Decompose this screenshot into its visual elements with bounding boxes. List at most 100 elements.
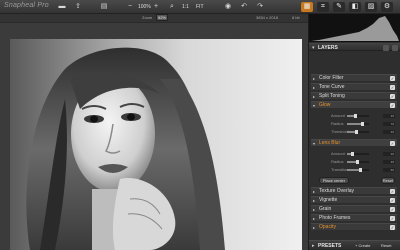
lens-radius-slider[interactable]: Radius 45: [311, 159, 397, 165]
slider-track[interactable]: [347, 122, 369, 126]
zoom-out-icon[interactable]: −: [126, 3, 134, 11]
expand-arrow-icon: ▸: [313, 76, 316, 81]
layer-row-split-toning[interactable]: ▸ Split Toning ✓: [311, 92, 397, 99]
layer-row-glow[interactable]: ▾ Glow ✓: [311, 101, 397, 108]
layer-checkbox[interactable]: ✓: [390, 103, 395, 108]
param-value[interactable]: 35: [383, 114, 395, 118]
undo-icon[interactable]: ↶: [240, 3, 248, 11]
glow-amount-slider[interactable]: Amount 35: [311, 113, 397, 119]
expand-arrow-icon: ▸: [313, 216, 316, 221]
add-layer-icon[interactable]: [383, 45, 389, 51]
crop-tool-button[interactable]: ⌗: [317, 2, 329, 12]
layer-checkbox[interactable]: ✓: [390, 198, 395, 203]
param-label: Amount: [331, 151, 345, 156]
compare-icon[interactable]: ▤: [100, 3, 108, 11]
layers-tool-button[interactable]: ▦: [301, 2, 313, 12]
layer-checkbox[interactable]: ✓: [390, 225, 395, 230]
histogram: [309, 14, 400, 42]
share-icon[interactable]: ⇪: [74, 3, 82, 11]
slider-knob[interactable]: [355, 130, 358, 134]
layers-section-header[interactable]: ▾ LAYERS: [309, 43, 400, 51]
layer-row-lens-blur[interactable]: ▾ Lens Blur ✓: [311, 139, 397, 146]
expand-arrow-icon: ▸: [312, 243, 315, 249]
gear-icon: ⚙: [383, 3, 391, 10]
slider-track[interactable]: [347, 152, 369, 156]
layer-name: Split Toning: [319, 93, 345, 99]
delete-layer-icon[interactable]: [392, 45, 398, 51]
param-value[interactable]: 70: [383, 122, 395, 126]
photo-canvas[interactable]: [10, 39, 302, 250]
layer-checkbox[interactable]: ✓: [390, 94, 395, 99]
eraser-tool-button[interactable]: ◧: [349, 2, 361, 12]
reset-lens-blur-button[interactable]: Reset: [381, 177, 395, 184]
image-info-bar: Zoom 92% 3654 x 2018 8 bit: [0, 14, 308, 23]
param-value[interactable]: 20: [383, 152, 395, 156]
folder-icon[interactable]: ▬: [58, 3, 66, 11]
slider-track[interactable]: [347, 130, 369, 134]
create-preset-button[interactable]: + Create: [355, 243, 370, 249]
slider-knob[interactable]: [354, 114, 357, 118]
expand-arrow-icon: ▸: [313, 207, 316, 212]
redo-icon[interactable]: ↷: [256, 3, 264, 11]
reset-presets-button[interactable]: Reset: [381, 243, 391, 249]
glow-threshold-slider[interactable]: Threshold 40: [311, 129, 397, 135]
slider-knob[interactable]: [351, 152, 354, 156]
slider-knob[interactable]: [356, 160, 359, 164]
collapse-arrow-icon: ▾: [312, 45, 315, 51]
layer-name: Photo Frames: [319, 215, 351, 221]
slider-track[interactable]: [347, 114, 369, 118]
param-value[interactable]: 45: [383, 160, 395, 164]
image-dimensions: 3654 x 2018: [256, 15, 279, 20]
layer-row-photo-frames[interactable]: ▸ Photo Frames ✓: [311, 214, 397, 221]
layer-checkbox[interactable]: ✓: [390, 189, 395, 194]
layer-row-grain[interactable]: ▸ Grain ✓: [311, 205, 397, 212]
lens-amount-slider[interactable]: Amount 20: [311, 151, 397, 157]
presets-section-header[interactable]: ▸ PRESETS + Create Reset: [309, 240, 400, 250]
lens-transition-slider[interactable]: Transition 60: [311, 167, 397, 173]
param-label: Radius: [331, 159, 344, 164]
expand-arrow-icon: ▸: [313, 189, 316, 194]
layer-checkbox[interactable]: ✓: [390, 85, 395, 90]
layer-row-texture-overlay[interactable]: ▸ Texture Overlay ✓: [311, 187, 397, 194]
brush-icon: ✎: [336, 3, 342, 10]
layer-checkbox[interactable]: ✓: [390, 216, 395, 221]
actual-size-button[interactable]: 1:1: [182, 3, 189, 11]
slider-track[interactable]: [347, 168, 369, 172]
bit-depth: 8 bit: [292, 15, 300, 20]
layer-name: Tone Curve: [319, 84, 345, 90]
fit-button[interactable]: FIT: [196, 3, 204, 11]
gradient-icon: ▨: [367, 3, 375, 10]
param-value[interactable]: 40: [383, 130, 395, 134]
layer-name: Glow: [319, 102, 331, 108]
param-value[interactable]: 60: [383, 168, 395, 172]
eye-icon[interactable]: ◉: [224, 3, 232, 11]
layer-row-tone-curve[interactable]: ▸ Tone Curve ✓: [311, 83, 397, 90]
place-center-button[interactable]: Place center: [319, 177, 349, 184]
layer-checkbox[interactable]: ✓: [390, 141, 395, 146]
search-icon[interactable]: ⌕: [168, 3, 176, 11]
portrait-image: [10, 39, 302, 250]
param-label: Radius: [331, 121, 344, 126]
glow-radius-slider[interactable]: Radius 70: [311, 121, 397, 127]
layer-row-color-filter[interactable]: ▸ Color Filter ✓: [311, 74, 397, 81]
slider-track[interactable]: [347, 160, 369, 164]
layer-row-vignette[interactable]: ▸ Vignette ✓: [311, 196, 397, 203]
slider-knob[interactable]: [361, 122, 364, 126]
settings-tool-button[interactable]: ⚙: [381, 2, 393, 12]
layer-name: Lens Blur: [319, 140, 341, 146]
zoom-value: 100%: [138, 4, 151, 10]
slider-knob[interactable]: [359, 168, 362, 172]
param-label: Transition: [331, 167, 349, 172]
zoom-label: Zoom: [142, 15, 153, 20]
layer-row-opacity[interactable]: ▸ Opacity ✓: [311, 223, 397, 230]
zoom-in-icon[interactable]: +: [152, 3, 160, 11]
layer-checkbox[interactable]: ✓: [390, 207, 395, 212]
layer-name: Vignette: [319, 197, 338, 203]
zoom-select[interactable]: 92%: [156, 14, 168, 21]
layer-name: Opacity: [319, 224, 336, 230]
collapse-arrow-icon: ▾: [313, 103, 316, 108]
gradient-tool-button[interactable]: ▨: [365, 2, 377, 12]
layer-checkbox[interactable]: ✓: [390, 76, 395, 81]
param-label: Amount: [331, 113, 345, 118]
brush-tool-button[interactable]: ✎: [333, 2, 345, 12]
